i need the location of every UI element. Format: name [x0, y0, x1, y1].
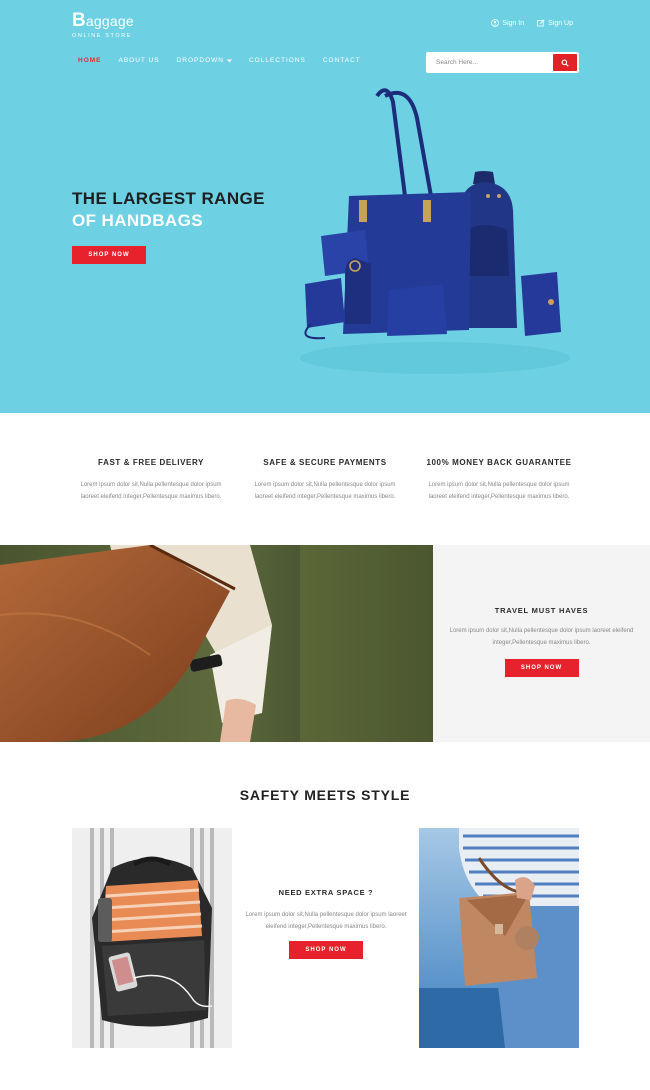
nav-contact[interactable]: CONTACT — [323, 57, 361, 64]
hero-section: Baggage ONLINE STORE Sign In Sign Up HOM… — [0, 0, 650, 413]
sign-in-label: Sign In — [502, 19, 525, 27]
sign-up-link[interactable]: Sign Up — [537, 19, 573, 27]
feature-delivery: FAST & FREE DELIVERY Lorem ipsum dolor s… — [66, 458, 236, 503]
features-section: FAST & FREE DELIVERY Lorem ipsum dolor s… — [0, 413, 650, 545]
extra-space-title: NEED EXTRA SPACE ? — [278, 888, 374, 897]
feature-title: SAFE & SECURE PAYMENTS — [263, 458, 387, 467]
feature-text: Lorem ipsum dolor sit,Nulla pellentesque… — [80, 482, 222, 500]
search-button[interactable] — [553, 54, 577, 71]
nav-dropdown-label: DROPDOWN — [176, 57, 224, 64]
brand-name: aggage — [85, 13, 134, 29]
sign-up-label: Sign Up — [548, 19, 573, 27]
extra-space-text: Lorem ipsum dolor sit,Nulla pellentesque… — [245, 912, 407, 930]
travel-promo-panel: TRAVEL MUST HAVES Lorem ipsum dolor sit,… — [433, 545, 650, 742]
extra-space-shop-now-button[interactable]: SHOP NOW — [289, 941, 363, 959]
extra-space-block: NEED EXTRA SPACE ? Lorem ipsum dolor sit… — [243, 888, 409, 959]
feature-text: Lorem ipsum dolor sit,Nulla pellentesque… — [254, 482, 396, 500]
hero-title-line2: OF HANDBAGS — [72, 211, 203, 230]
brand-tagline: ONLINE STORE — [72, 33, 133, 39]
hero-title: THE LARGEST RANGE OF HANDBAGS — [72, 188, 265, 232]
backpack-image — [72, 828, 232, 1048]
feature-title: FAST & FREE DELIVERY — [98, 458, 204, 467]
search-icon — [561, 59, 569, 67]
travel-title: TRAVEL MUST HAVES — [494, 606, 589, 615]
nav-about-us[interactable]: ABOUT US — [119, 57, 160, 64]
search-bar — [426, 52, 579, 73]
main-nav: HOME ABOUT US DROPDOWN COLLECTIONS CONTA… — [78, 57, 378, 64]
handbag-model-image — [419, 828, 579, 1048]
sign-in-link[interactable]: Sign In — [491, 19, 524, 27]
user-icon — [491, 19, 500, 27]
safety-section-title: SAFETY MEETS STYLE — [239, 787, 411, 803]
feature-text: Lorem ipsum dolor sit,Nulla pellentesque… — [428, 482, 570, 500]
feature-title: 100% MONEY BACK GUARANTEE — [426, 458, 572, 467]
travel-bag-image — [0, 545, 433, 742]
brand-logo[interactable]: Baggage ONLINE STORE — [72, 10, 134, 39]
hero-shop-now-button[interactable]: SHOP NOW — [72, 246, 146, 264]
hero-title-line1: THE LARGEST RANGE — [72, 189, 265, 208]
travel-shop-now-button[interactable]: SHOP NOW — [504, 659, 579, 677]
feature-money-back: 100% MONEY BACK GUARANTEE Lorem ipsum do… — [414, 458, 584, 503]
search-input[interactable] — [426, 52, 554, 73]
brand-initial: B — [72, 10, 86, 31]
feature-payments: SAFE & SECURE PAYMENTS Lorem ipsum dolor… — [240, 458, 410, 503]
nav-collections[interactable]: COLLECTIONS — [249, 57, 306, 64]
edit-icon — [537, 19, 545, 27]
nav-dropdown[interactable]: DROPDOWN — [177, 57, 232, 64]
nav-home[interactable]: HOME — [78, 57, 102, 64]
travel-text: Lorem ipsum dolor sit,Nulla pellentesque… — [449, 628, 634, 646]
handbag-set-image — [300, 88, 570, 374]
account-links: Sign In Sign Up — [491, 19, 573, 27]
chevron-down-icon — [226, 58, 232, 63]
